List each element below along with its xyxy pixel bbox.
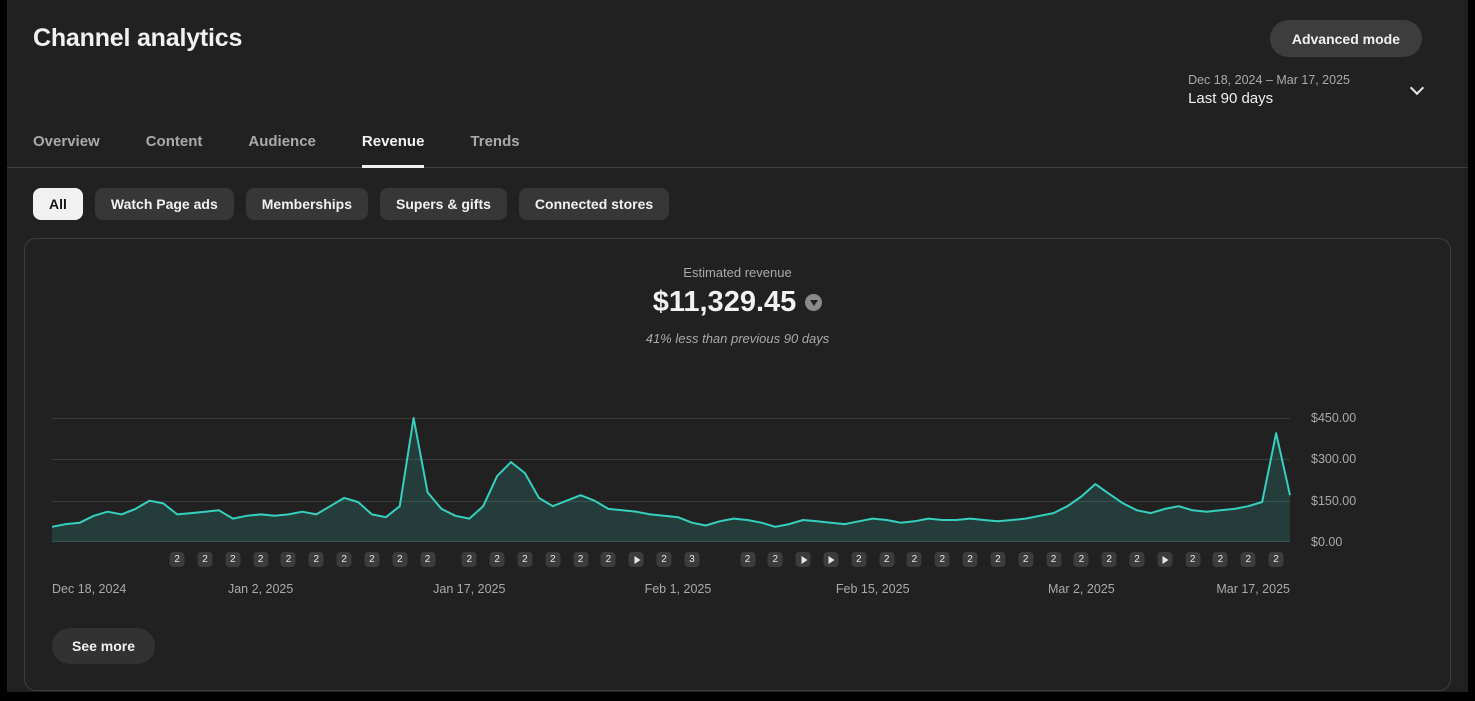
- metric-label: Estimated revenue: [683, 265, 792, 280]
- video-publish-marker[interactable]: [795, 552, 811, 567]
- tab-trends[interactable]: Trends: [470, 133, 519, 167]
- video-publish-marker[interactable]: 2: [489, 552, 505, 567]
- revenue-line-chart: [52, 418, 1290, 542]
- video-publish-marker[interactable]: 2: [1240, 552, 1256, 567]
- page-title: Channel analytics: [33, 24, 243, 52]
- video-publish-marker[interactable]: 2: [879, 552, 895, 567]
- filter-all[interactable]: All: [33, 188, 83, 220]
- video-publish-marker[interactable]: 2: [1185, 552, 1201, 567]
- x-axis-label: Mar 17, 2025: [1216, 582, 1290, 596]
- video-publish-marker[interactable]: 2: [1212, 552, 1228, 567]
- date-range-texts: Dec 18, 2024 – Mar 17, 2025 Last 90 days: [1188, 73, 1350, 107]
- video-publish-marker[interactable]: 2: [253, 552, 269, 567]
- x-axis-label: Jan 17, 2025: [433, 582, 506, 596]
- see-more-button[interactable]: See more: [52, 628, 156, 664]
- x-axis-label: Feb 15, 2025: [835, 582, 910, 596]
- video-publish-marker[interactable]: 2: [1046, 552, 1062, 567]
- video-publish-marker[interactable]: 2: [1018, 552, 1034, 567]
- play-icon: [828, 555, 835, 564]
- video-publish-marker[interactable]: 2: [545, 552, 561, 567]
- video-publish-marker[interactable]: 2: [420, 552, 436, 567]
- video-publish-marker[interactable]: 2: [656, 552, 672, 567]
- revenue-card: Estimated revenue $11,329.45 41% less th…: [24, 238, 1451, 691]
- video-markers-row: 22222222222222222322222222222222222: [25, 542, 1450, 569]
- x-axis-label: Mar 2, 2025: [1047, 582, 1115, 596]
- top-right-controls: Advanced mode Dec 18, 2024 – Mar 17, 202…: [1188, 20, 1425, 107]
- y-axis: $450.00 $300.00 $150.00 $0.00: [1290, 411, 1450, 549]
- video-publish-marker[interactable]: 2: [767, 552, 783, 567]
- video-publish-marker[interactable]: 2: [1101, 552, 1117, 567]
- video-publish-marker[interactable]: 2: [336, 552, 352, 567]
- play-icon: [801, 555, 808, 564]
- x-axis-row: Dec 18, 2024 Jan 2, 2025 Jan 17, 2025 Fe…: [25, 569, 1450, 598]
- metric-comparison: 41% less than previous 90 days: [645, 331, 830, 346]
- video-publish-marker[interactable]: 2: [1073, 552, 1089, 567]
- video-publish-marker[interactable]: 2: [906, 552, 922, 567]
- video-publish-marker[interactable]: 2: [573, 552, 589, 567]
- video-markers: 22222222222222222322222222222222222: [52, 552, 1290, 569]
- top-bar: Channel analytics Advanced mode Dec 18, …: [7, 0, 1468, 107]
- x-axis-label: Dec 18, 2024: [52, 582, 127, 596]
- filter-connected-stores[interactable]: Connected stores: [518, 188, 670, 220]
- filter-watch-page-ads[interactable]: Watch Page ads: [94, 188, 234, 220]
- video-publish-marker[interactable]: 2: [517, 552, 533, 567]
- video-publish-marker[interactable]: 3: [684, 552, 700, 567]
- video-publish-marker[interactable]: 2: [990, 552, 1006, 567]
- video-publish-marker[interactable]: 2: [600, 552, 616, 567]
- video-publish-marker[interactable]: 2: [962, 552, 978, 567]
- y-axis-label: $150.00: [1311, 494, 1357, 508]
- tab-content[interactable]: Content: [146, 133, 203, 167]
- tab-audience[interactable]: Audience: [248, 133, 316, 167]
- metric-value: $11,329.45: [652, 286, 797, 318]
- revenue-chart: $450.00 $300.00 $150.00 $0.00: [25, 411, 1450, 549]
- metric-value-row: $11,329.45: [653, 286, 823, 319]
- date-range-picker[interactable]: Dec 18, 2024 – Mar 17, 2025 Last 90 days: [1188, 73, 1425, 107]
- video-publish-marker[interactable]: [1157, 552, 1173, 567]
- video-publish-marker[interactable]: [823, 552, 839, 567]
- video-publish-marker[interactable]: 2: [308, 552, 324, 567]
- video-publish-marker[interactable]: 2: [740, 552, 755, 567]
- channel-analytics-page: Channel analytics Advanced mode Dec 18, …: [7, 0, 1468, 692]
- video-publish-marker[interactable]: 2: [197, 552, 213, 567]
- chevron-down-icon[interactable]: [1409, 80, 1425, 96]
- revenue-filter-chips: All Watch Page ads Memberships Supers & …: [7, 168, 1468, 238]
- x-axis-label: Feb 1, 2025: [644, 582, 712, 596]
- video-publish-marker[interactable]: 2: [1129, 552, 1145, 567]
- info-icon[interactable]: [805, 294, 823, 311]
- filter-supers-gifts[interactable]: Supers & gifts: [380, 188, 507, 220]
- video-publish-marker[interactable]: 2: [364, 552, 380, 567]
- video-publish-marker[interactable]: 2: [225, 552, 241, 567]
- filter-memberships[interactable]: Memberships: [245, 188, 368, 220]
- y-axis-label: $0.00: [1311, 535, 1343, 549]
- x-axis: Dec 18, 2024 Jan 2, 2025 Jan 17, 2025 Fe…: [52, 582, 1290, 598]
- video-publish-marker[interactable]: 2: [169, 552, 185, 567]
- date-range-preset: Last 90 days: [1188, 90, 1274, 107]
- tab-revenue[interactable]: Revenue: [361, 133, 424, 168]
- play-icon: [1162, 555, 1169, 564]
- advanced-mode-button[interactable]: Advanced mode: [1269, 20, 1422, 57]
- x-axis-label: Jan 2, 2025: [227, 582, 294, 596]
- video-publish-marker[interactable]: [628, 552, 644, 567]
- analytics-tabs: Overview Content Audience Revenue Trends: [7, 133, 1468, 168]
- video-publish-marker[interactable]: 2: [392, 552, 408, 567]
- y-axis-label: $450.00: [1311, 411, 1357, 425]
- y-axis-label: $300.00: [1311, 452, 1357, 466]
- play-icon: [634, 555, 641, 564]
- tab-overview[interactable]: Overview: [33, 133, 100, 167]
- video-publish-marker[interactable]: 2: [851, 552, 867, 567]
- video-publish-marker[interactable]: 2: [280, 552, 296, 567]
- video-publish-marker[interactable]: 2: [1268, 552, 1284, 567]
- video-publish-marker[interactable]: 2: [934, 552, 950, 567]
- estimated-revenue-metric: Estimated revenue $11,329.45 41% less th…: [25, 239, 1450, 346]
- chart-plot-area: [52, 418, 1290, 542]
- date-range-text: Dec 18, 2024 – Mar 17, 2025: [1188, 73, 1350, 87]
- video-publish-marker[interactable]: 2: [461, 552, 477, 567]
